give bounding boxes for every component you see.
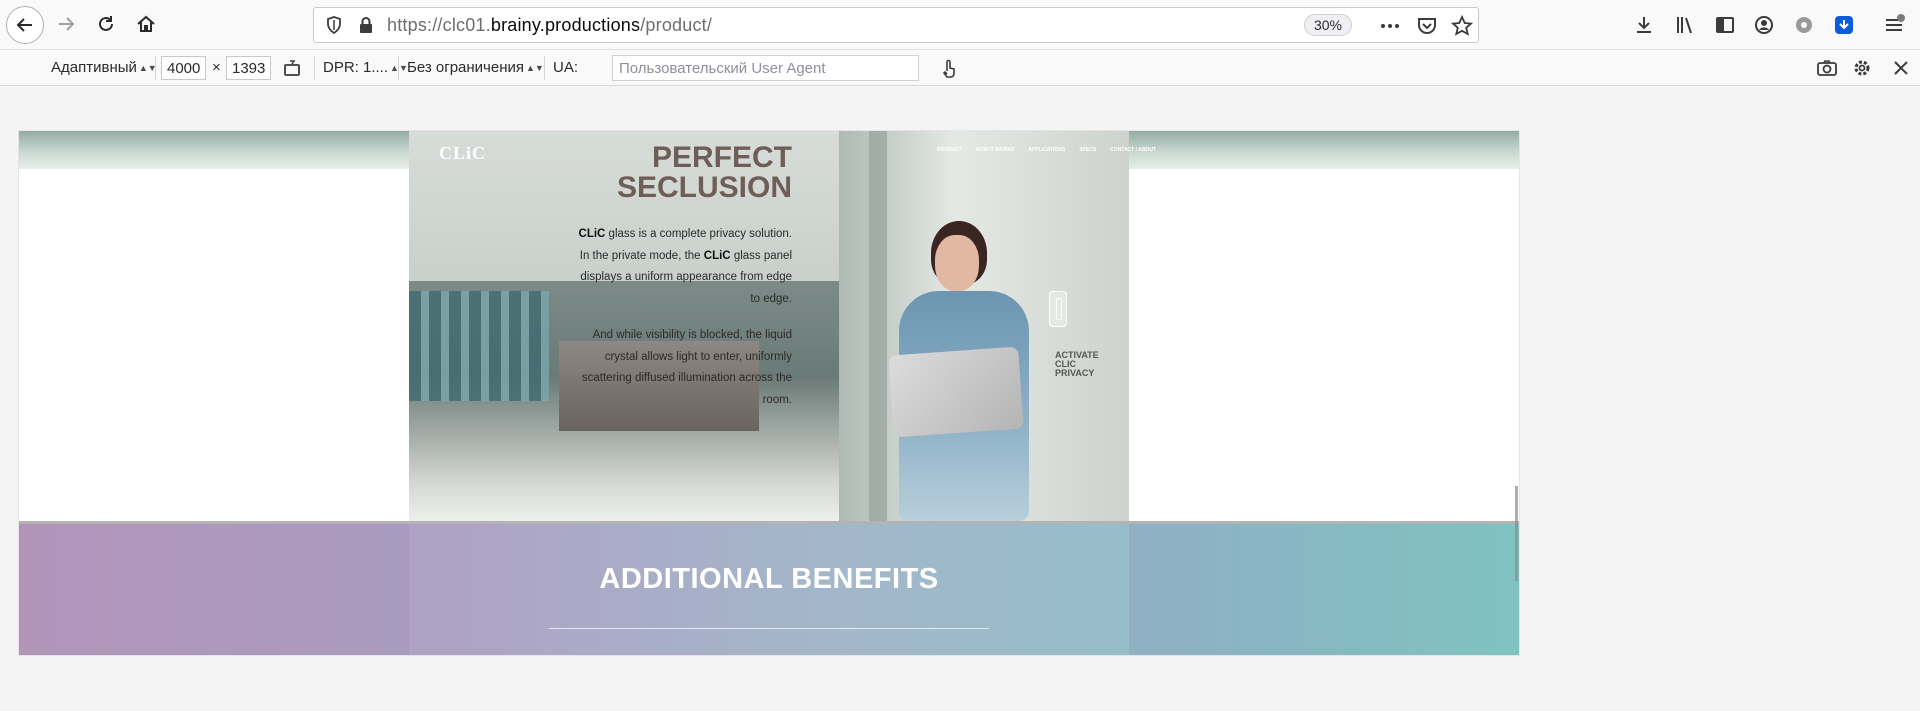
site-nav-item-how-it-works[interactable]: HOW IT WORKS [976,147,1015,153]
device-selector[interactable]: Адаптивный ▲▼ [51,59,157,76]
browser-navbar: https://clc01.brainy.productions/product… [0,0,1920,49]
user-agent-input[interactable]: Пользовательский User Agent [612,55,919,81]
menu-icon[interactable] [1880,11,1908,39]
url-text[interactable]: https://clc01.brainy.productions/product… [387,15,712,36]
hero-paragraph: CLiC glass is a complete privacy solutio… [569,224,792,310]
touch-simulation-icon[interactable] [938,57,960,83]
user-agent-label: UA: [553,59,579,76]
dpr-selector-label: DPR: 1.... [323,59,389,76]
url-domain: brainy.productions [490,15,641,35]
reload-icon[interactable] [88,6,124,42]
hero-description: CLiC glass is a complete privacy solutio… [569,224,792,411]
benefits-section: ADDITIONAL BENEFITS [19,521,1519,655]
divider [398,56,399,80]
dpr-selector[interactable]: DPR: 1....▲▼ [323,59,408,76]
site-nav: PRODUCT HOW IT WORKS APPLICATIONS SPECS … [937,147,1156,153]
hero-title: PERFECT SECLUSION [479,143,792,203]
hero-building [409,291,549,401]
person-illustration [879,221,1049,521]
extension-gear-icon[interactable] [1790,11,1818,39]
pocket-icon[interactable] [1415,14,1439,38]
settings-gear-icon[interactable] [1851,57,1873,83]
sidebar-icon[interactable] [1711,11,1739,39]
benefits-title: ADDITIONAL BENEFITS [599,563,939,595]
account-icon[interactable] [1750,11,1778,39]
library-icon[interactable] [1671,11,1699,39]
url-prefix: https://clc01. [387,15,491,35]
close-icon[interactable] [1890,57,1912,83]
hero-paragraph: And while visibility is blocked, the liq… [581,329,792,406]
divider [155,56,156,80]
select-arrows-icon: ▲▼ [526,63,544,74]
viewport-height-input[interactable]: 1393 [226,56,272,80]
screenshot-icon[interactable] [1816,57,1838,83]
url-bar[interactable]: https://clc01.brainy.productions/product… [313,7,1479,43]
site-nav-item-applications[interactable]: APPLICATIONS [1028,147,1065,153]
viewport-width-input[interactable]: 4000 [161,56,207,80]
brand-name: CLiC [703,249,731,262]
hero-title-line: PERFECT [651,141,792,174]
url-path: /product/ [640,15,713,35]
downloads-icon[interactable] [1630,11,1658,39]
home-icon[interactable] [128,6,164,42]
hero-title-line: SECLUSION [616,171,792,204]
site-nav-item-specs[interactable]: SPECS [1079,147,1096,153]
lock-icon[interactable] [356,15,376,35]
activate-line: PRIVACY [1055,368,1095,378]
device-selector-label: Адаптивный [51,59,137,76]
brand-name: CLiC [578,228,606,240]
emulated-viewport[interactable]: ACTIVATE CLIC PRIVACY CLiC PRODUCT HOW I… [19,131,1519,655]
bookmark-star-icon[interactable] [1450,14,1474,38]
responsive-design-toolbar: Адаптивный▲▼ 4000 × 1393 DPR: 1....▲▼ Бе… [0,49,1920,86]
dimension-separator: × [212,59,221,76]
back-icon[interactable] [6,6,44,44]
site-nav-item-product[interactable]: PRODUCT [937,147,962,153]
more-actions-icon[interactable] [1378,14,1402,38]
zoom-level-badge[interactable]: 30% [1304,14,1352,36]
rotate-viewport-icon[interactable] [282,58,302,82]
tracking-shield-icon[interactable] [324,15,344,35]
forward-icon[interactable] [48,6,84,42]
activate-privacy-label[interactable]: ACTIVATE CLIC PRIVACY [1055,351,1099,378]
benefits-divider [549,628,989,629]
network-throttling-selector[interactable]: Без ограничения ▲▼ [407,59,544,76]
person-face [935,235,979,291]
viewport-scrollbar[interactable] [1515,486,1518,581]
extension-download-icon[interactable] [1830,11,1858,39]
divider [544,56,545,80]
laptop-illustration [888,346,1024,438]
privacy-switch-icon[interactable] [1049,291,1067,327]
divider [314,56,315,80]
site-nav-item-contact[interactable]: CONTACT / ABOUT [1110,147,1156,153]
throttling-selector-label: Без ограничения [407,59,525,76]
